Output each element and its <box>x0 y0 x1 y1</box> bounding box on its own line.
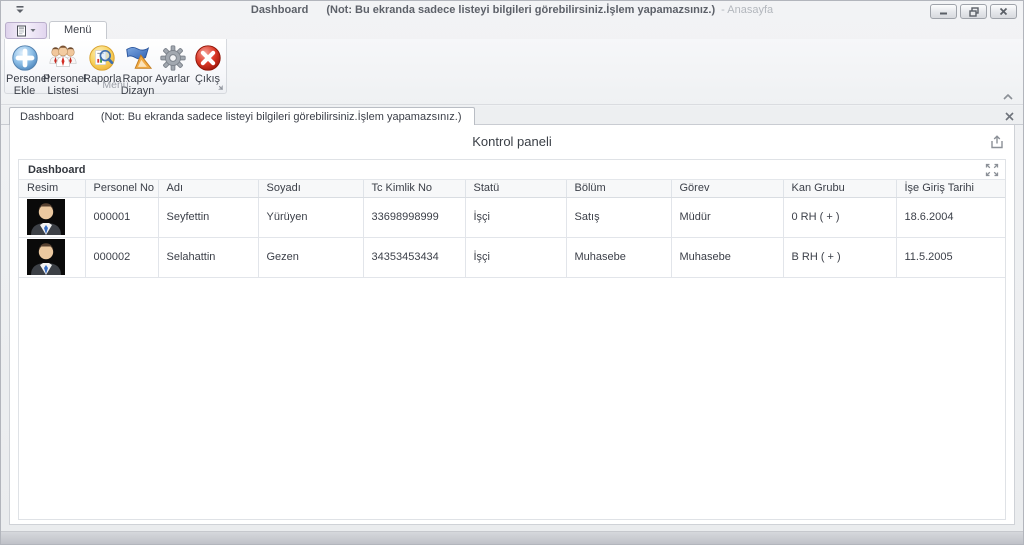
employee-photo <box>27 239 65 275</box>
ribbon-group-menu: Personel Ekle Personel Listesi Raporla R… <box>4 39 227 97</box>
cell-ise-giris: 11.5.2005 <box>896 237 1005 278</box>
window-controls <box>930 4 1017 19</box>
title-bar: Dashboard (Not: Bu ekranda sadece listeyi… <box>1 1 1023 21</box>
cell-gorev: Müdür <box>671 197 784 238</box>
ribbon-tab-menu[interactable]: Menü <box>49 21 107 39</box>
cell-tc: 33698998999 <box>363 197 466 238</box>
minimize-icon <box>940 12 947 15</box>
document-tab-strip: Dashboard (Not: Bu ekranda sadece listeyi… <box>1 106 1023 126</box>
dashboard-viewer: Kontrol paneli Dashboard Resim Personel … <box>9 125 1015 525</box>
column-header[interactable]: İşe Giriş Tarihi <box>896 180 1005 198</box>
photo-cell <box>19 237 86 278</box>
dashboard-title: Kontrol paneli <box>472 134 552 149</box>
cell-kan-grubu: 0 RH ( + ) <box>783 197 897 238</box>
column-header[interactable]: Personel No <box>85 180 159 198</box>
report-search-icon <box>88 45 115 71</box>
cell-bolum: Muhasebe <box>566 237 672 278</box>
window-title-note: (Not: Bu ekranda sadece listeyi bilgiler… <box>326 4 716 16</box>
cell-soyadi: Yürüyen <box>258 197 364 238</box>
cell-statu: İşçi <box>465 197 567 238</box>
window-title-suffix: - Anasayfa <box>721 4 774 16</box>
person-list-icon <box>49 45 77 67</box>
restore-icon <box>968 6 979 17</box>
personnel-table: Resim Personel No Adı Soyadı Tc Kimlik N… <box>19 180 1005 278</box>
cell-personel-no: 000001 <box>85 197 159 238</box>
report-design-icon <box>125 46 152 69</box>
cell-ise-giris: 18.6.2004 <box>896 197 1005 238</box>
cell-adi: Seyfettin <box>158 197 259 238</box>
add-person-icon <box>11 45 38 71</box>
document-tab-dashboard[interactable]: Dashboard (Not: Bu ekranda sadece listeyi… <box>9 107 475 126</box>
window-title-main: Dashboard <box>250 4 309 16</box>
table-row[interactable]: 000002 Selahattin Gezen 34353453434 İşçi… <box>19 237 1005 278</box>
export-icon[interactable] <box>989 134 1005 150</box>
cell-kan-grubu: B RH ( + ) <box>783 237 897 278</box>
restore-button[interactable] <box>960 4 987 19</box>
table-row[interactable]: 000001 Seyfettin Yürüyen 33698998999 İşç… <box>19 197 1005 238</box>
app-window: Dashboard (Not: Bu ekranda sadece listeyi… <box>0 0 1024 545</box>
dashboard-title-area: Kontrol paneli <box>10 125 1014 157</box>
minimize-button[interactable] <box>930 4 957 19</box>
window-title: Dashboard (Not: Bu ekranda sadece listeyi… <box>1 4 1023 16</box>
chevron-down-icon <box>30 29 36 32</box>
column-header[interactable]: Bölüm <box>566 180 672 198</box>
panel-header: Dashboard <box>19 160 1005 180</box>
cell-soyadi: Gezen <box>258 237 364 278</box>
cell-adi: Selahattin <box>158 237 259 278</box>
close-button[interactable] <box>990 4 1017 19</box>
ribbon-group-label: Menü <box>102 79 129 91</box>
status-bar <box>1 531 1023 544</box>
document-close-icon[interactable] <box>1004 111 1015 122</box>
column-header[interactable]: Kan Grubu <box>783 180 897 198</box>
maximize-icon[interactable] <box>985 163 999 177</box>
column-header[interactable]: Statü <box>465 180 567 198</box>
form-icon <box>17 25 26 36</box>
document-tab-title: Dashboard <box>20 111 74 123</box>
dialog-launcher-icon[interactable] <box>216 83 224 91</box>
dashboard-grid-item: Dashboard Resim Personel No Adı Soyadı T… <box>18 159 1006 520</box>
cell-bolum: Satış <box>566 197 672 238</box>
ribbon-tab-row: Menü <box>1 21 1023 39</box>
panel-title: Dashboard <box>28 164 86 176</box>
close-icon <box>999 7 1008 16</box>
table-header-row: Resim Personel No Adı Soyadı Tc Kimlik N… <box>19 180 1005 198</box>
collapse-ribbon-icon[interactable] <box>1001 92 1015 102</box>
document-tab-note: (Not: Bu ekranda sadece listeyi bilgiler… <box>100 111 462 123</box>
exit-icon <box>194 45 221 71</box>
cell-statu: İşçi <box>465 237 567 278</box>
column-header[interactable]: Soyadı <box>258 180 364 198</box>
ribbon: Personel Ekle Personel Listesi Raporla R… <box>1 39 1023 105</box>
column-header[interactable]: Tc Kimlik No <box>363 180 466 198</box>
column-header[interactable]: Adı <box>158 180 259 198</box>
employee-photo <box>27 199 65 235</box>
column-header[interactable]: Resim <box>19 180 86 198</box>
cell-tc: 34353453434 <box>363 237 466 278</box>
photo-cell <box>19 197 86 238</box>
gear-icon <box>159 45 186 71</box>
column-header[interactable]: Görev <box>671 180 784 198</box>
application-menu-button[interactable] <box>5 22 47 39</box>
cell-personel-no: 000002 <box>85 237 159 278</box>
cell-gorev: Muhasebe <box>671 237 784 278</box>
